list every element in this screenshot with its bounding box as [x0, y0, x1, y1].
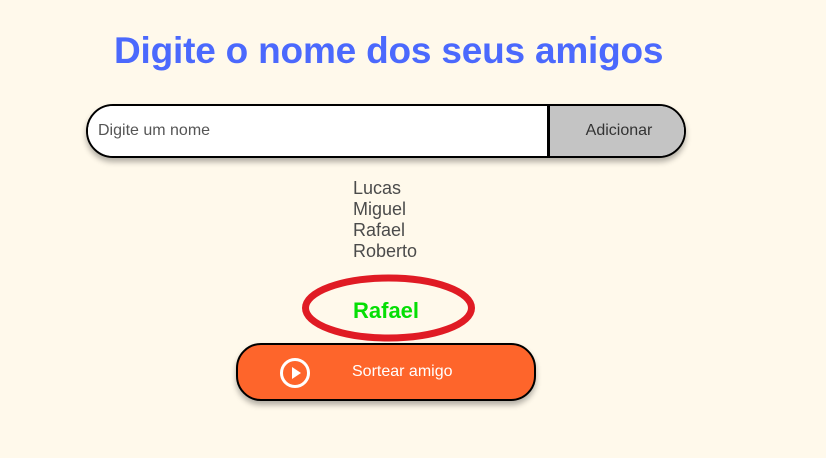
draw-friend-button[interactable]: Sortear amigo — [236, 343, 536, 401]
drawn-friend-name: Rafael — [353, 298, 420, 323]
add-button[interactable]: Adicionar — [550, 106, 684, 156]
name-input[interactable] — [88, 106, 550, 156]
play-circle-icon — [280, 358, 310, 388]
draw-button-label: Sortear amigo — [352, 363, 453, 380]
result-area: Rafael — [301, 273, 476, 343]
add-friend-form: Adicionar — [86, 104, 686, 158]
friends-list: Lucas Miguel Rafael Roberto — [353, 178, 417, 262]
friend-list-item: Roberto — [353, 241, 418, 261]
page-title: Digite o nome dos seus amigos — [114, 30, 664, 71]
friend-list-item: Rafael — [353, 220, 406, 240]
friend-list-item: Miguel — [353, 199, 407, 219]
friend-list-item: Lucas — [353, 178, 402, 198]
